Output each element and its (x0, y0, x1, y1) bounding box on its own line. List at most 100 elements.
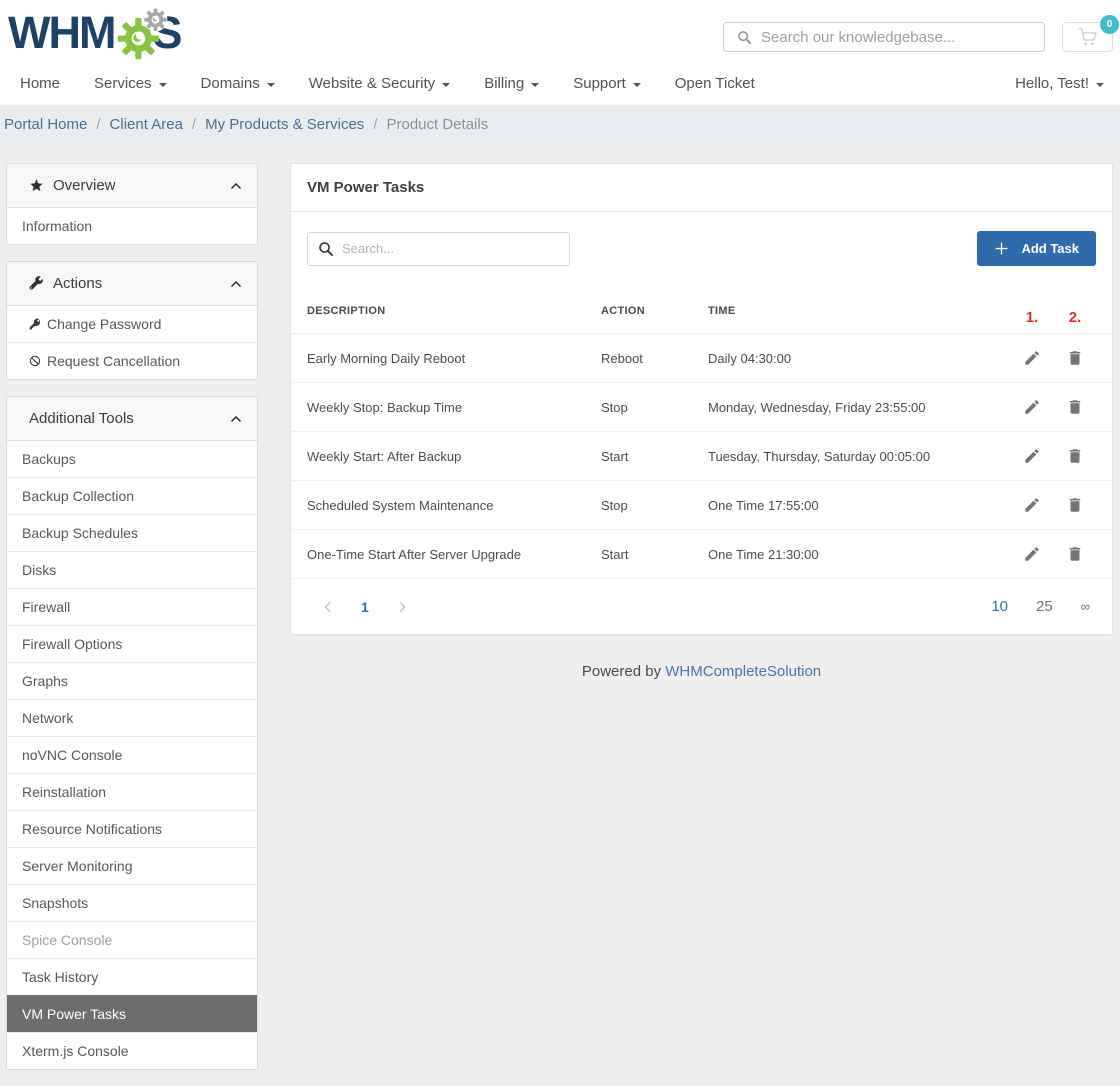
nav-item[interactable]: Website & Security (292, 62, 467, 105)
sidebar-item[interactable]: Spice Console (7, 921, 257, 958)
panel-heading-additional-tools[interactable]: Additional Tools (7, 397, 257, 441)
page-size-option[interactable]: ∞ (1067, 599, 1096, 614)
account-menu[interactable]: Hello, Test! (1015, 75, 1104, 92)
edit-task-button[interactable] (1010, 398, 1054, 416)
edit-task-button[interactable] (1010, 545, 1054, 563)
sidebar-item[interactable]: Xterm.js Console (7, 1032, 257, 1069)
breadcrumb-link[interactable]: My Products & Services (205, 116, 364, 133)
powered-by-text: Powered by (582, 663, 661, 680)
breadcrumb-separator: / (192, 116, 196, 133)
sidebar-item-active[interactable]: VM Power Tasks (7, 995, 257, 1032)
task-time: One Time 21:30:00 (708, 547, 1010, 562)
sidebar-item[interactable]: Change Password (7, 306, 257, 342)
cart-icon (1078, 27, 1098, 47)
breadcrumb-link[interactable]: Client Area (110, 116, 183, 133)
page-number[interactable]: 1 (349, 599, 381, 615)
edit-task-button[interactable] (1010, 496, 1054, 514)
sidebar-item[interactable]: Firewall Options (7, 625, 257, 662)
sidebar-panel-overview: Overview Information (6, 163, 258, 245)
panel-title: Overview (53, 177, 229, 194)
main-nav: Home Services Domains Website & Security… (0, 62, 1120, 105)
panel-heading-overview[interactable]: Overview (7, 164, 257, 208)
sidebar-panel-additional-tools: Additional Tools Backups Backup Collecti… (6, 396, 258, 1070)
task-time: One Time 17:55:00 (708, 498, 1010, 513)
page-size-option[interactable]: 25 (1022, 598, 1067, 615)
nav-item[interactable]: Home (3, 62, 77, 105)
task-action: Reboot (601, 351, 708, 366)
nav-item[interactable]: Services (77, 62, 184, 105)
caret-down-icon (267, 83, 275, 87)
pencil-icon (1023, 496, 1041, 514)
delete-task-button[interactable] (1054, 447, 1096, 465)
panel-items: Change Password Request Cancellation (7, 306, 257, 379)
nav-item[interactable]: Billing (467, 62, 556, 105)
trash-icon (1066, 496, 1084, 514)
cart-count-badge: 0 (1100, 15, 1119, 34)
sidebar-item-label: Spice Console (22, 930, 112, 950)
caret-down-icon (531, 83, 539, 87)
nav-item[interactable]: Open Ticket (658, 62, 772, 105)
sidebar-item[interactable]: Resource Notifications (7, 810, 257, 847)
sidebar-item-label: Backup Collection (22, 486, 134, 506)
sidebar-item[interactable]: Information (7, 208, 257, 244)
sidebar-item[interactable]: Snapshots (7, 884, 257, 921)
sidebar-item[interactable]: Server Monitoring (7, 847, 257, 884)
delete-task-button[interactable] (1054, 349, 1096, 367)
gear-icon (115, 8, 169, 62)
panel-heading-actions[interactable]: Actions (7, 262, 257, 306)
next-page-button[interactable] (381, 600, 423, 614)
edit-task-button[interactable] (1010, 349, 1054, 367)
sidebar-item[interactable]: Backup Schedules (7, 514, 257, 551)
sidebar-item-label: Disks (22, 560, 56, 580)
whmcompletesolution-link[interactable]: WHMCompleteSolution (665, 663, 821, 680)
caret-down-icon (159, 83, 167, 87)
sidebar-item-label: Network (22, 708, 73, 728)
footer: Powered by WHMCompleteSolution (290, 663, 1113, 680)
pagination-pages: 1 (307, 599, 423, 615)
knowledgebase-search-input[interactable] (761, 29, 1044, 46)
sidebar-item-label: Request Cancellation (47, 351, 180, 371)
breadcrumb-separator: / (96, 116, 100, 133)
page-size-option[interactable]: 10 (977, 598, 1022, 615)
sidebar-item-label: Backup Schedules (22, 523, 138, 543)
sidebar-item-label: Resource Notifications (22, 819, 162, 839)
column-header-action: ACTION (601, 305, 708, 317)
sidebar-item[interactable]: noVNC Console (7, 736, 257, 773)
sidebar-item-label: Task History (22, 967, 98, 987)
sidebar-item[interactable]: Request Cancellation (7, 342, 257, 379)
prev-page-button[interactable] (307, 600, 349, 614)
cart-button[interactable]: 0 (1062, 22, 1113, 52)
nav-item-label: Domains (201, 75, 260, 92)
sidebar-item[interactable]: Graphs (7, 662, 257, 699)
caret-down-icon (1096, 83, 1104, 87)
nav-item[interactable]: Domains (184, 62, 292, 105)
delete-task-button[interactable] (1054, 496, 1096, 514)
nav-item[interactable]: Support (556, 62, 658, 105)
panel-title: Additional Tools (29, 410, 229, 427)
wrench-icon (29, 276, 44, 291)
breadcrumb-link[interactable]: Portal Home (4, 116, 87, 133)
edit-task-button[interactable] (1010, 447, 1054, 465)
task-search (307, 232, 570, 266)
delete-task-button[interactable] (1054, 398, 1096, 416)
panel-items: Information (7, 208, 257, 244)
sidebar-item[interactable]: Disks (7, 551, 257, 588)
add-task-button[interactable]: Add Task (977, 231, 1096, 266)
main-nav-items: Home Services Domains Website & Security… (3, 62, 772, 105)
sidebar: Overview Information Actions Change Pass… (6, 163, 258, 1086)
task-search-input[interactable] (342, 241, 569, 256)
task-time: Monday, Wednesday, Friday 23:55:00 (708, 400, 1010, 415)
sidebar-item[interactable]: Network (7, 699, 257, 736)
sidebar-item[interactable]: Backups (7, 441, 257, 477)
sidebar-item[interactable]: Firewall (7, 588, 257, 625)
sidebar-item[interactable]: Backup Collection (7, 477, 257, 514)
sidebar-item[interactable]: Task History (7, 958, 257, 995)
whmcs-logo[interactable]: WHM (8, 8, 180, 62)
account-label: Hello, Test! (1015, 75, 1089, 92)
task-action: Stop (601, 498, 708, 513)
nav-item-label: Services (94, 75, 152, 92)
delete-task-button[interactable] (1054, 545, 1096, 563)
sidebar-item[interactable]: Reinstallation (7, 773, 257, 810)
table-row: One-Time Start After Server Upgrade Star… (291, 530, 1112, 579)
vm-power-tasks-card: VM Power Tasks Add Task DESCRIPTION ACTI… (290, 163, 1113, 635)
